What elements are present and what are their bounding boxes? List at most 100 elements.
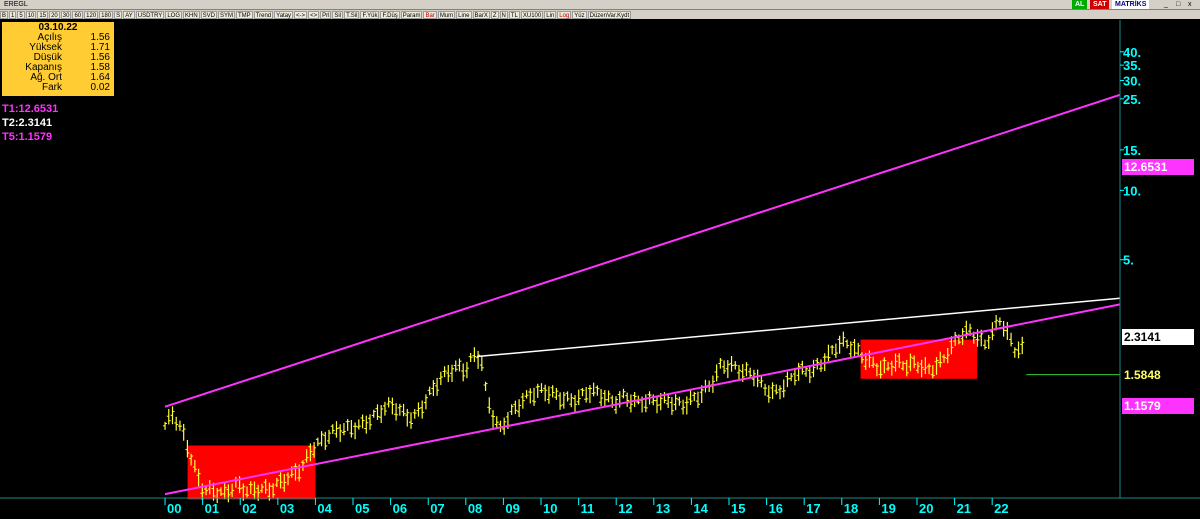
price-bar (338, 424, 343, 442)
toolbar-button-9[interactable]: 180 (99, 10, 114, 19)
price-bar (520, 392, 525, 409)
price-bar (416, 402, 421, 417)
y-tick-label: 30. (1123, 74, 1141, 89)
toolbar-button-4[interactable]: 15 (37, 10, 49, 19)
toolbar-button-6[interactable]: 30 (60, 10, 72, 19)
price-bar (982, 339, 987, 350)
price-bar (170, 406, 175, 425)
price-bar (368, 414, 373, 430)
toolbar-button-22[interactable]: Prl (320, 10, 332, 19)
price-chart[interactable]: 5. 10. 15. 25. 30.35.40. 00 01 02 03 04 05 06 07 08 09… (0, 20, 1200, 519)
price-bar (472, 347, 477, 362)
price-bar (319, 431, 324, 447)
info-label: Fark (42, 82, 62, 93)
toolbar-button-19[interactable]: Yatay (274, 10, 294, 19)
x-tick-label: 06 (393, 501, 407, 516)
toolbar-button-17[interactable]: TMP (236, 10, 253, 19)
price-bar (722, 360, 727, 374)
maximize-icon[interactable]: □ (1174, 0, 1182, 9)
price-bar (401, 403, 406, 417)
toolbar-button-0[interactable]: B (0, 10, 9, 19)
window-titlebar: EREGL AL SAT MATRİKS _ □ x (0, 0, 1200, 10)
toolbar-button-8[interactable]: 120 (84, 10, 99, 19)
price-bar (777, 385, 782, 400)
x-tick-label: 16 (769, 501, 783, 516)
x-tick-label: 10 (543, 501, 557, 516)
price-bar (569, 393, 574, 408)
price-bar (617, 391, 622, 408)
channel-lower-line[interactable] (164, 303, 1121, 496)
price-bar (848, 341, 853, 358)
toolbar-button-27[interactable]: Param (400, 10, 423, 19)
toolbar-button-15[interactable]: SVD (200, 10, 217, 19)
support-zone-box (187, 445, 316, 500)
toolbar-button-16[interactable]: SYM (218, 10, 236, 19)
price-bar (681, 399, 686, 415)
price-bar (431, 380, 436, 397)
toolbar-button-2[interactable]: 5 (17, 10, 25, 19)
trend-value-label: T2:2.3141 (2, 117, 53, 129)
price-bar (487, 397, 492, 414)
price-axis-tag: 1.5848 (1122, 366, 1194, 383)
price-bar (554, 387, 559, 400)
price-bar (517, 399, 522, 418)
toolbar-button-7[interactable]: 60 (72, 10, 84, 19)
toolbar-button-11[interactable]: AY (123, 10, 135, 19)
price-bar (573, 395, 578, 414)
toolbar-button-28[interactable]: Bar (423, 10, 437, 19)
toolbar-button-10[interactable]: S (114, 10, 123, 19)
toolbar-button-26[interactable]: F.Düş (380, 10, 400, 19)
price-bar (565, 391, 570, 402)
sell-button[interactable]: SAT (1090, 0, 1110, 9)
toolbar-button-30[interactable]: Line (456, 10, 472, 19)
price-bar (479, 356, 484, 371)
toolbar-button-33[interactable]: N (499, 10, 508, 19)
toolbar-button-3[interactable]: 10 (25, 10, 37, 19)
price-bar (990, 322, 995, 341)
price-bar (584, 386, 589, 403)
toolbar-button-20[interactable]: <-> (294, 10, 308, 19)
price-bar (330, 424, 335, 434)
price-bar (546, 386, 551, 404)
minimize-icon[interactable]: _ (1162, 0, 1170, 9)
info-value: 0.02 (90, 82, 110, 93)
price-bar (166, 408, 171, 425)
toolbar-button-13[interactable]: LOG (165, 10, 182, 19)
toolbar-button-29[interactable]: Mum (437, 10, 456, 19)
toolbar-button-21[interactable]: <> (308, 10, 320, 19)
price-bar (818, 359, 823, 372)
price-bar (371, 409, 376, 418)
toolbar-button-37[interactable]: Log (557, 10, 572, 19)
toolbar-button-18[interactable]: Trend (253, 10, 274, 19)
toolbar-button-24[interactable]: T.Sil (344, 10, 360, 19)
price-bar (491, 410, 496, 428)
toolbar-button-23[interactable]: Sil (332, 10, 344, 19)
toolbar-button-12[interactable]: USDTRY (135, 10, 165, 19)
toolbar-button-5[interactable]: 20 (49, 10, 60, 19)
price-bar (729, 356, 734, 372)
brand-label: MATRİKS (1112, 0, 1150, 9)
symbol-label: EREGL (4, 1, 28, 8)
toolbar-button-14[interactable]: KHN (182, 10, 200, 19)
toolbar-button-38[interactable]: Yüz (572, 10, 587, 19)
price-axis-tag: 1.1579 (1122, 398, 1194, 415)
support-zones (187, 339, 978, 500)
price-bar (576, 389, 581, 406)
toolbar-button-35[interactable]: XU100 (520, 10, 544, 19)
toolbar-button-31[interactable]: BarX (472, 10, 490, 19)
price-bar (781, 379, 786, 398)
resistance-line[interactable] (477, 297, 1121, 358)
toolbar-button-34[interactable]: TL (508, 10, 520, 19)
price-bar (986, 335, 991, 349)
toolbar-button-1[interactable]: 1 (9, 10, 17, 19)
close-icon[interactable]: x (1186, 0, 1194, 9)
toolbar-button-25[interactable]: F.Yük (360, 10, 380, 19)
x-tick-label: 07 (430, 501, 444, 516)
info-row: Fark 0.02 (2, 83, 114, 93)
buy-button[interactable]: AL (1072, 0, 1088, 9)
price-bar (524, 390, 529, 399)
toolbar-button-39[interactable]: DüzenVar.Kydt (587, 10, 632, 19)
toolbar-button-32[interactable]: Z (490, 10, 499, 19)
price-axis-tag: 2.3141 (1122, 328, 1194, 345)
toolbar-button-36[interactable]: Lin (544, 10, 557, 19)
